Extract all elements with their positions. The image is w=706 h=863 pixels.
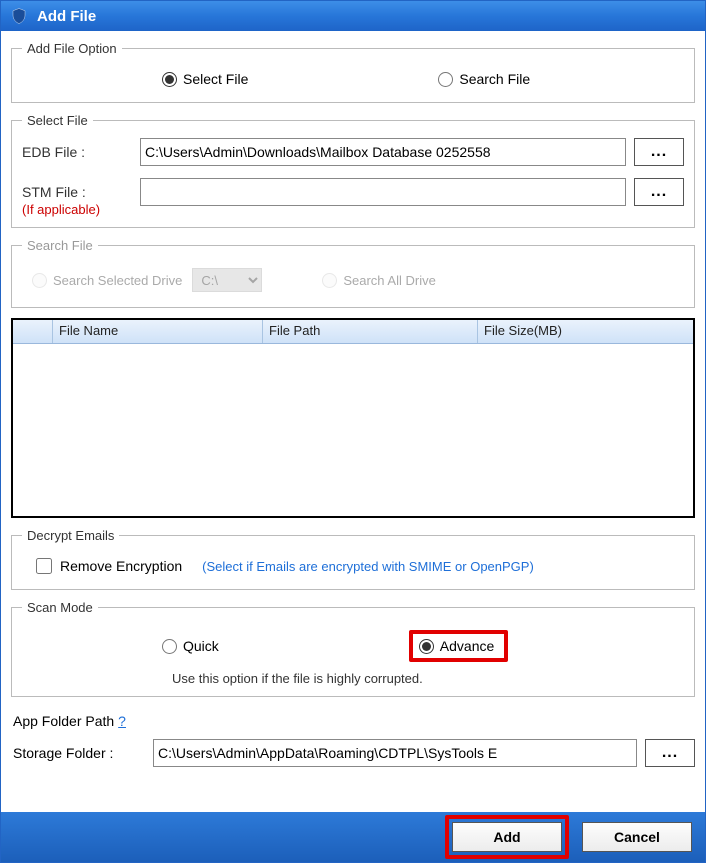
edb-browse-button[interactable]: ...: [634, 138, 684, 166]
advance-scan-radio[interactable]: [419, 639, 434, 654]
search-selected-drive-label: Search Selected Drive: [53, 273, 182, 288]
decrypt-emails-group: Decrypt Emails Remove Encryption (Select…: [11, 528, 695, 590]
table-header-checkbox: [13, 320, 53, 343]
decrypt-hint: (Select if Emails are encrypted with SMI…: [202, 559, 534, 574]
table-header-filesize[interactable]: File Size(MB): [478, 320, 693, 343]
drive-select: C:\: [192, 268, 262, 292]
remove-encryption-checkbox[interactable]: [36, 558, 52, 574]
storage-folder-label: Storage Folder :: [13, 745, 145, 761]
search-file-legend: Search File: [22, 238, 98, 253]
quick-scan-radio[interactable]: [162, 639, 177, 654]
search-file-radio[interactable]: [438, 72, 453, 87]
search-file-radio-label: Search File: [459, 71, 530, 87]
stm-file-label: STM File :: [22, 184, 132, 200]
stm-file-input[interactable]: [140, 178, 626, 206]
add-button[interactable]: Add: [452, 822, 562, 852]
file-table: File Name File Path File Size(MB): [11, 318, 695, 518]
app-folder-help-link[interactable]: ?: [118, 713, 126, 729]
table-body: [13, 344, 693, 516]
cancel-button[interactable]: Cancel: [582, 822, 692, 852]
edb-file-label: EDB File :: [22, 144, 132, 160]
select-file-legend: Select File: [22, 113, 93, 128]
search-file-group: Search File Search Selected Drive C:\ Se…: [11, 238, 695, 308]
shield-icon: [9, 6, 29, 26]
add-file-option-group: Add File Option Select File Search File: [11, 41, 695, 103]
select-file-group: Select File EDB File : ... STM File : ..…: [11, 113, 695, 228]
window-title: Add File: [37, 8, 96, 25]
storage-folder-input[interactable]: [153, 739, 637, 767]
search-all-drive-radio: [322, 273, 337, 288]
scan-mode-group: Scan Mode Quick Advance Use this option …: [11, 600, 695, 697]
add-file-option-legend: Add File Option: [22, 41, 122, 56]
scan-mode-legend: Scan Mode: [22, 600, 98, 615]
search-all-drive-label: Search All Drive: [343, 273, 435, 288]
titlebar: Add File: [1, 1, 705, 31]
decrypt-emails-legend: Decrypt Emails: [22, 528, 119, 543]
table-header-filename[interactable]: File Name: [53, 320, 263, 343]
select-file-radio[interactable]: [162, 72, 177, 87]
dialog-content: Add File Option Select File Search File …: [1, 31, 705, 812]
dialog-footer: Add Cancel: [1, 812, 705, 862]
advance-scan-label: Advance: [440, 638, 494, 654]
table-header-filepath[interactable]: File Path: [263, 320, 478, 343]
remove-encryption-label: Remove Encryption: [60, 558, 182, 574]
search-selected-drive-radio: [32, 273, 47, 288]
edb-file-input[interactable]: [140, 138, 626, 166]
table-header: File Name File Path File Size(MB): [13, 320, 693, 344]
add-file-dialog: Add File Add File Option Select File Sea…: [0, 0, 706, 863]
storage-browse-button[interactable]: ...: [645, 739, 695, 767]
stm-browse-button[interactable]: ...: [634, 178, 684, 206]
app-folder-path-label: App Folder Path: [13, 713, 114, 729]
select-file-radio-label: Select File: [183, 71, 248, 87]
quick-scan-label: Quick: [183, 638, 219, 654]
scan-mode-hint: Use this option if the file is highly co…: [172, 671, 684, 686]
